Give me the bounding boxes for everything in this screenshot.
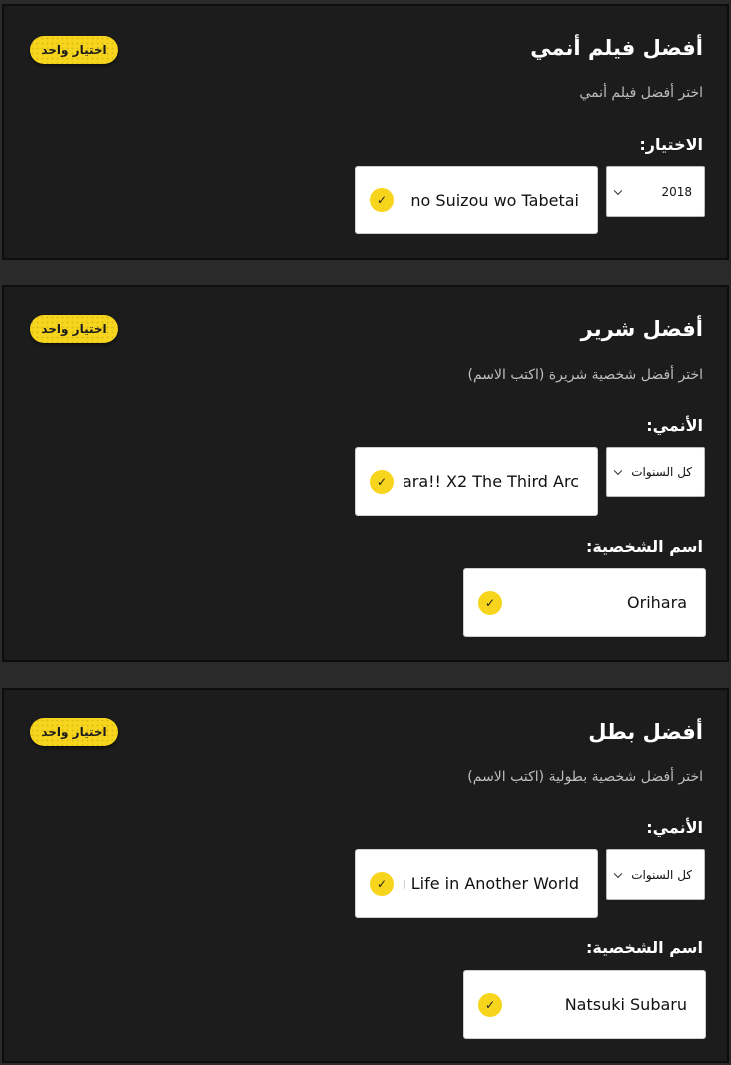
- choice-label: الاختيار:: [639, 135, 703, 154]
- anime-input[interactable]: Living Life in Another World ✓: [355, 849, 598, 918]
- year-select[interactable]: كل السنوات: [606, 447, 705, 497]
- check-icon: ✓: [478, 992, 502, 1017]
- single-choice-badge: اختيار واحد: [30, 36, 118, 64]
- section-best-villain: أفضل شرير اختيار واحد اختر أفضل شخصية شر…: [2, 285, 729, 662]
- year-select-value: كل السنوات: [631, 867, 692, 882]
- section-best-hero: أفضل بطل اختيار واحد اختر أفضل شخصية بطو…: [2, 688, 729, 1063]
- year-select-value: 2018: [661, 184, 692, 199]
- check-icon: ✓: [370, 469, 394, 494]
- anime-input-value: Kimi no Suizou wo Tabetai: [404, 190, 579, 210]
- anime-label: الأنمي:: [646, 818, 703, 837]
- character-name-value: Orihara: [627, 593, 687, 612]
- year-select[interactable]: كل السنوات: [606, 849, 705, 900]
- section-title: أفضل شرير: [580, 317, 703, 341]
- section-title: أفضل بطل: [588, 720, 703, 744]
- chevron-down-icon: [613, 869, 623, 878]
- single-choice-badge: اختيار واحد: [30, 315, 118, 343]
- section-description: اختر أفضل شخصية بطولية (اكتب الاسم): [467, 769, 703, 785]
- anime-input-value: Durarara!! X2 The Third Arc: [404, 472, 579, 491]
- character-name-input[interactable]: Orihara ✓: [463, 568, 706, 637]
- character-name-value: Natsuki Subaru: [564, 995, 687, 1014]
- character-name-label: اسم الشخصية:: [585, 938, 703, 957]
- section-title: أفضل فيلم أنمي: [530, 36, 703, 60]
- anime-input[interactable]: Kimi no Suizou wo Tabetai ✓: [355, 166, 598, 234]
- chevron-down-icon: [613, 186, 623, 195]
- section-description: اختر أفضل شخصية شريرة (اكتب الاسم): [467, 367, 704, 383]
- single-choice-badge: اختيار واحد: [30, 718, 118, 746]
- chevron-down-icon: [613, 466, 623, 476]
- check-icon: ✓: [370, 871, 394, 896]
- section-best-movie: أفضل فيلم أنمي اختيار واحد اختر أفضل فيل…: [2, 4, 729, 260]
- character-name-label: اسم الشخصية:: [585, 537, 703, 556]
- anime-input[interactable]: Durarara!! X2 The Third Arc ✓: [355, 447, 598, 516]
- check-icon: ✓: [370, 188, 394, 212]
- section-description: اختر أفضل فيلم أنمي: [579, 85, 703, 101]
- check-icon: ✓: [478, 590, 502, 615]
- year-select-value: كل السنوات: [631, 465, 692, 479]
- character-name-input[interactable]: Natsuki Subaru ✓: [463, 970, 706, 1039]
- year-select[interactable]: 2018: [606, 166, 705, 217]
- anime-input-value: Living Life in Another World: [404, 874, 579, 893]
- anime-label: الأنمي:: [646, 416, 703, 435]
